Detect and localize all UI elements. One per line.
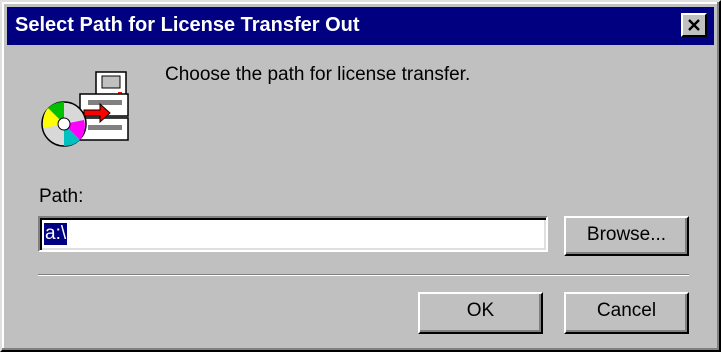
close-button[interactable] bbox=[681, 13, 707, 37]
path-label: Path: bbox=[39, 186, 84, 207]
ok-button-label: OK bbox=[466, 300, 495, 321]
separator bbox=[38, 274, 689, 276]
browse-button[interactable]: Browse... bbox=[564, 216, 689, 256]
license-transfer-dialog: Select Path for License Transfer Out Cho… bbox=[0, 0, 721, 352]
path-input[interactable]: a:\ bbox=[38, 216, 548, 252]
ok-button[interactable]: OK bbox=[418, 292, 543, 334]
title-bar[interactable]: Select Path for License Transfer Out bbox=[7, 7, 714, 45]
cancel-button[interactable]: Cancel bbox=[564, 292, 689, 334]
close-icon bbox=[688, 19, 700, 31]
path-value: a:\ bbox=[44, 223, 68, 245]
window-title: Select Path for License Transfer Out bbox=[15, 14, 360, 36]
disk-transfer-icon bbox=[38, 68, 134, 152]
prompt-text: Choose the path for license transfer. bbox=[165, 64, 471, 85]
